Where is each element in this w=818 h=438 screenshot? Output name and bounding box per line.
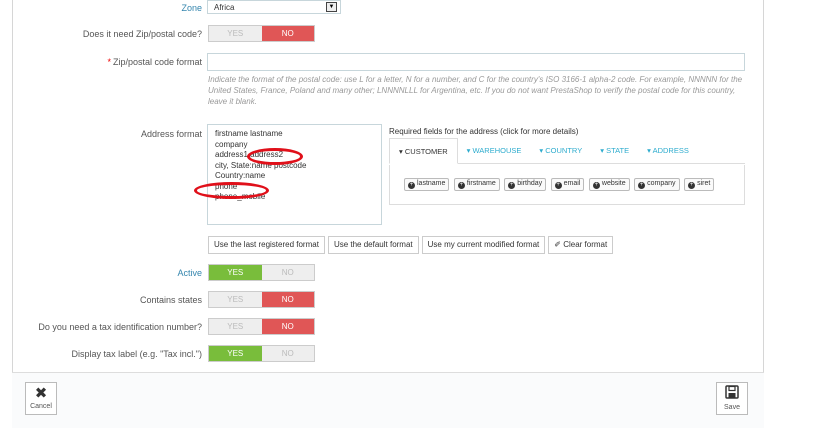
chip-label: birthday xyxy=(517,180,543,187)
required-fields-tabs: ▾ CUSTOMER ▾ WAREHOUSE ▾ COUNTRY ▾ STATE… xyxy=(389,138,745,164)
address-format-label: Address format xyxy=(140,129,202,139)
save-button[interactable]: Save xyxy=(716,382,748,415)
close-icon: ✖ xyxy=(34,385,48,402)
tab-country[interactable]: ▾ COUNTRY xyxy=(530,138,591,163)
form-footer: ✖ Cancel Save xyxy=(12,372,764,428)
zip-needed-no[interactable]: NO xyxy=(261,26,314,41)
zip-needed-switch[interactable]: YES NO xyxy=(208,25,315,42)
chip-firstname[interactable]: + firstname xyxy=(453,178,500,191)
zone-select-value: Africa xyxy=(214,3,235,12)
floppy-disk-icon xyxy=(717,385,747,404)
save-label: Save xyxy=(724,404,740,411)
plus-icon: + xyxy=(638,182,646,189)
tax-label-no[interactable]: NO xyxy=(262,346,315,361)
use-default-format-button[interactable]: Use the default format xyxy=(327,236,419,254)
zip-needed-yes[interactable]: YES xyxy=(209,26,262,41)
contains-states-yes[interactable]: YES xyxy=(209,292,262,307)
plus-icon: + xyxy=(688,182,696,189)
chip-label: email xyxy=(563,180,581,187)
contains-states-label: Contains states xyxy=(139,295,202,305)
chip-email[interactable]: + email xyxy=(550,178,585,191)
chip-company[interactable]: + company xyxy=(634,178,680,191)
cancel-button[interactable]: ✖ Cancel xyxy=(25,382,57,415)
plus-icon: + xyxy=(592,182,600,189)
tax-id-yes[interactable]: YES xyxy=(209,319,262,334)
plus-icon: + xyxy=(408,182,415,189)
active-no[interactable]: NO xyxy=(262,265,315,280)
tab-address-label: ADDRESS xyxy=(652,146,689,155)
annotation-circle-address2 xyxy=(247,148,303,165)
tab-state-label: STATE xyxy=(606,146,630,155)
zone-label: Zone xyxy=(181,3,202,13)
clear-format-button[interactable]: ✐ Clear format xyxy=(548,236,614,254)
contains-states-switch[interactable]: YES NO xyxy=(208,291,315,308)
address-line: company xyxy=(215,139,248,149)
required-asterisk: * xyxy=(107,57,111,67)
contains-states-no[interactable]: NO xyxy=(261,292,314,307)
chip-website[interactable]: + website xyxy=(588,178,630,191)
zone-select[interactable]: Africa ▼ xyxy=(207,0,341,14)
zip-format-help: Indicate the format of the postal code: … xyxy=(208,75,743,106)
tax-id-no[interactable]: NO xyxy=(261,319,314,334)
chip-birthday[interactable]: + birthday xyxy=(504,178,547,191)
format-buttons: Use the last registered format Use the d… xyxy=(208,236,614,254)
required-fields-title: Required fields for the address (click f… xyxy=(389,127,579,136)
zip-needed-label: Does it need Zip/postal code? xyxy=(82,29,202,39)
use-current-modified-format-button[interactable]: Use my current modified format xyxy=(421,236,546,254)
zip-format-label: * Zip/postal code format xyxy=(107,57,202,67)
zip-format-input[interactable] xyxy=(207,53,745,71)
chip-label: company xyxy=(647,180,676,187)
tax-label-yes[interactable]: YES xyxy=(209,346,262,361)
chip-label: firstname xyxy=(466,180,496,187)
address-line: Country:name xyxy=(215,171,266,180)
chip-label: website xyxy=(601,180,626,187)
tab-customer[interactable]: ▾ CUSTOMER xyxy=(389,138,458,164)
plus-icon: + xyxy=(457,182,465,189)
tax-id-label: Do you need a tax identification number? xyxy=(38,322,202,332)
chip-label: siret xyxy=(697,180,711,187)
address-format-textarea[interactable]: firstname lastname company address1 addr… xyxy=(207,124,382,225)
active-switch[interactable]: YES NO xyxy=(208,264,315,281)
cancel-label: Cancel xyxy=(30,403,52,410)
tab-warehouse-label: WAREHOUSE xyxy=(472,146,522,155)
active-label: Active xyxy=(177,268,202,278)
tab-country-label: COUNTRY xyxy=(545,146,583,155)
plus-icon: + xyxy=(508,182,516,189)
clear-format-label: Clear format xyxy=(563,240,608,249)
zip-format-label-text: Zip/postal code format xyxy=(112,57,202,67)
tax-label-switch[interactable]: YES NO xyxy=(208,345,315,362)
address-line: firstname lastname xyxy=(215,129,283,138)
annotation-circle-phone xyxy=(194,182,269,199)
chip-lastname[interactable]: + lastname xyxy=(404,178,450,191)
eraser-icon: ✐ xyxy=(554,240,561,249)
chip-label: lastname xyxy=(417,180,446,187)
chip-siret[interactable]: + siret xyxy=(684,178,715,191)
tax-id-switch[interactable]: YES NO xyxy=(208,318,315,335)
tab-customer-label: CUSTOMER xyxy=(404,147,448,156)
tab-address[interactable]: ▾ ADDRESS xyxy=(638,138,698,163)
tab-warehouse[interactable]: ▾ WAREHOUSE xyxy=(458,138,531,163)
tax-label-label: Display tax label (e.g. "Tax incl.") xyxy=(71,349,202,359)
use-last-registered-format-button[interactable]: Use the last registered format xyxy=(208,236,325,254)
required-fields-chips: + lastname + firstname + birthday + email + w… xyxy=(389,165,745,205)
tab-state[interactable]: ▾ STATE xyxy=(591,138,638,163)
chevron-down-icon[interactable]: ▼ xyxy=(326,2,337,12)
active-yes[interactable]: YES xyxy=(209,265,262,280)
plus-icon: + xyxy=(554,182,562,189)
